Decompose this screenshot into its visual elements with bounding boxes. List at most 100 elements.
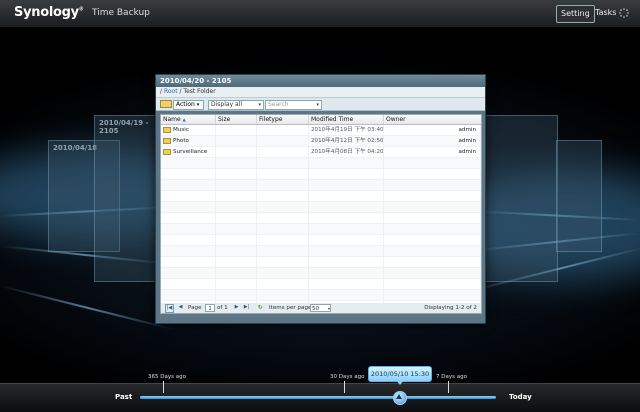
empty-cell xyxy=(384,246,481,256)
past-label: Past xyxy=(115,393,133,401)
timeline-track[interactable] xyxy=(140,396,496,399)
tick-label-30: 30 Days ago xyxy=(330,374,365,380)
folder-up-icon[interactable] xyxy=(160,100,172,108)
empty-cell xyxy=(216,268,257,278)
tasks-button[interactable]: Tasks xyxy=(591,5,620,21)
empty-cell xyxy=(384,202,481,212)
empty-row xyxy=(161,213,481,224)
display-filter-select[interactable]: Display all ▾ xyxy=(208,100,264,110)
table-row[interactable]: Surveillance 2010年4月08日 下午 04:20 admin xyxy=(161,147,481,158)
cell-modified: 2010年4月12日 下午 02:50 xyxy=(311,136,384,146)
empty-cell xyxy=(216,246,257,256)
timeline-tick xyxy=(163,381,164,393)
folder-icon xyxy=(163,126,171,133)
empty-cell xyxy=(309,268,384,278)
empty-cell xyxy=(257,213,309,223)
empty-cell xyxy=(257,257,309,267)
folder-icon xyxy=(163,137,171,144)
breadcrumb-separator: / xyxy=(179,88,182,95)
first-page-icon[interactable]: |◀ xyxy=(165,304,174,313)
empty-cell xyxy=(161,224,216,234)
page-number-input[interactable]: 1 xyxy=(205,304,215,312)
empty-cell xyxy=(384,257,481,267)
previous-snapshot-window[interactable]: 2010/04/19 - 2105 xyxy=(94,115,158,282)
empty-cell xyxy=(309,202,384,212)
empty-row xyxy=(161,246,481,257)
empty-cell xyxy=(384,235,481,245)
column-name[interactable]: Name ▲ xyxy=(161,115,216,124)
refresh-icon[interactable]: ↻ xyxy=(258,304,263,312)
empty-cell xyxy=(309,180,384,190)
grid-header: Name ▲ Size Filetype Modified Time Owner xyxy=(161,115,481,125)
empty-cell xyxy=(216,180,257,190)
cell-name: Photo xyxy=(161,136,216,146)
loading-spinner-icon xyxy=(619,8,629,18)
action-menu-button[interactable]: Action ▾ xyxy=(173,100,204,110)
empty-row xyxy=(161,268,481,279)
empty-row xyxy=(161,224,481,235)
cell-size xyxy=(216,147,257,157)
empty-cell xyxy=(216,235,257,245)
empty-cell xyxy=(257,202,309,212)
light-ray xyxy=(0,285,175,331)
empty-cell xyxy=(384,224,481,234)
column-filetype[interactable]: Filetype xyxy=(257,115,309,124)
empty-cell xyxy=(309,246,384,256)
top-bar: Synology® Time Backup Setting Tasks xyxy=(0,0,640,28)
chevron-down-icon: ▾ xyxy=(258,102,261,108)
cell-filetype xyxy=(257,125,309,135)
empty-cell xyxy=(216,213,257,223)
empty-cell xyxy=(309,191,384,201)
empty-row xyxy=(161,257,481,268)
prev-page-icon[interactable]: ◀ xyxy=(177,304,184,311)
column-size[interactable]: Size xyxy=(216,115,257,124)
cell-filetype xyxy=(257,136,309,146)
empty-cell xyxy=(257,169,309,179)
last-page-icon[interactable]: ▶| xyxy=(243,304,250,311)
items-per-page-select[interactable]: 50 ▾ xyxy=(310,304,331,312)
empty-row xyxy=(161,191,481,202)
setting-button[interactable]: Setting xyxy=(556,5,595,23)
grid-body: Music 2010年4月19日 下午 03:40 admin Photo 20… xyxy=(161,125,481,303)
empty-cell xyxy=(384,279,481,289)
empty-cell xyxy=(384,191,481,201)
table-row[interactable]: Photo 2010年4月12日 下午 02:50 admin xyxy=(161,136,481,147)
empty-row xyxy=(161,235,481,246)
table-row[interactable]: Music 2010年4月19日 下午 03:40 admin xyxy=(161,125,481,136)
timeline-tick xyxy=(448,381,449,393)
empty-cell xyxy=(216,202,257,212)
empty-cell xyxy=(257,246,309,256)
empty-row xyxy=(161,290,481,301)
breadcrumb-current: Test Folder xyxy=(183,88,216,95)
chevron-down-icon: ▾ xyxy=(196,102,200,108)
cell-modified: 2010年4月08日 下午 04:20 xyxy=(311,147,384,157)
empty-cell xyxy=(257,158,309,168)
search-input[interactable]: Search ▾ xyxy=(265,100,322,110)
empty-cell xyxy=(161,169,216,179)
empty-cell xyxy=(309,290,384,300)
empty-cell xyxy=(257,279,309,289)
snapshot-window-right[interactable] xyxy=(484,115,558,282)
folder-icon xyxy=(163,148,171,155)
empty-cell xyxy=(257,191,309,201)
empty-row xyxy=(161,279,481,290)
snapshot-window-right-far[interactable] xyxy=(556,140,602,252)
empty-cell xyxy=(161,290,216,300)
empty-row xyxy=(161,202,481,213)
bubble-pointer xyxy=(396,380,404,385)
synology-logo: Synology® xyxy=(14,5,84,20)
column-modified-time[interactable]: Modified Time xyxy=(309,115,384,124)
empty-cell xyxy=(257,268,309,278)
empty-cell xyxy=(309,213,384,223)
breadcrumb-root-link[interactable]: Root xyxy=(164,88,178,95)
empty-cell xyxy=(384,213,481,223)
next-page-icon[interactable]: ▶ xyxy=(233,304,240,311)
cell-name: Music xyxy=(161,125,216,135)
empty-cell xyxy=(161,268,216,278)
empty-cell xyxy=(384,169,481,179)
snapshot-title: 2010/04/20 - 2105 xyxy=(156,75,485,87)
slider-arrow-icon xyxy=(396,394,402,399)
column-owner[interactable]: Owner xyxy=(384,115,481,124)
breadcrumb: / Root / Test Folder xyxy=(156,87,485,98)
today-label: Today xyxy=(509,393,532,401)
